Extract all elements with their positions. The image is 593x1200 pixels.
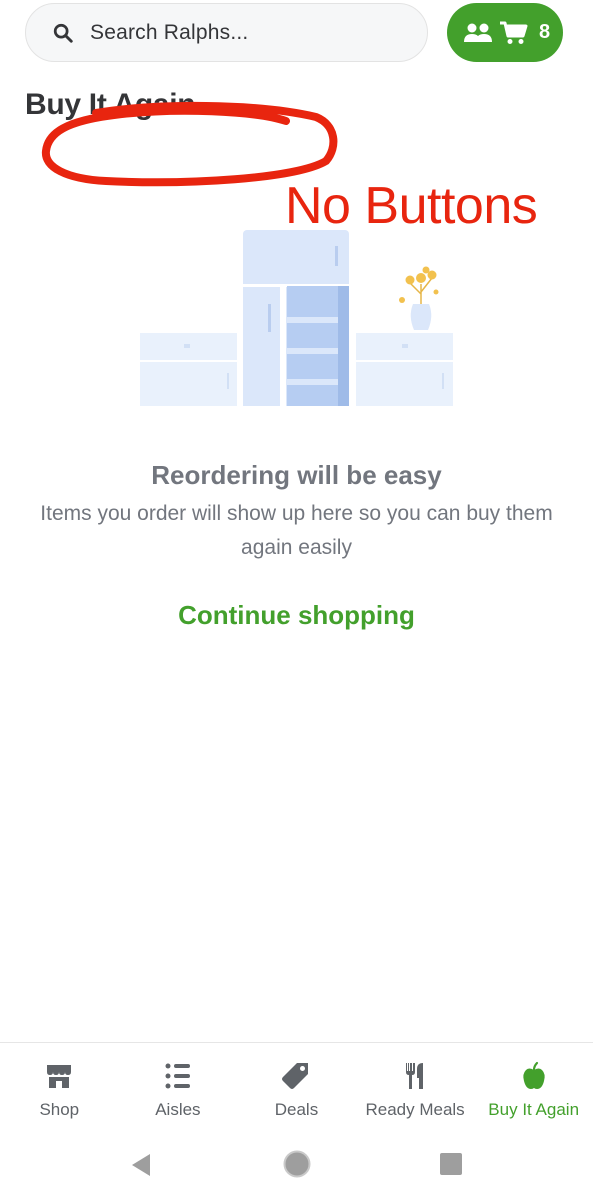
bottom-nav: Shop Aisles Deals Ready Meals Buy It Aga… (0, 1042, 593, 1132)
back-icon[interactable] (128, 1152, 154, 1178)
cart-icon (500, 21, 528, 44)
recent-apps-icon[interactable] (439, 1152, 463, 1176)
continue-shopping-link[interactable]: Continue shopping (0, 600, 593, 631)
apple-icon (523, 1061, 545, 1089)
nav-item-deals[interactable]: Deals (237, 1043, 356, 1132)
nav-item-buy-it-again[interactable]: Buy It Again (474, 1043, 593, 1132)
nav-item-shop[interactable]: Shop (0, 1043, 119, 1132)
nav-label-shop: Shop (39, 1100, 80, 1119)
nav-label-deals: Deals (274, 1100, 319, 1119)
empty-state-body: Items you order will show up here so you… (40, 502, 553, 559)
nav-item-ready-meals[interactable]: Ready Meals (356, 1043, 475, 1132)
home-icon[interactable] (283, 1150, 311, 1178)
cart-button[interactable]: 8 (447, 3, 563, 62)
search-input[interactable]: Search Ralphs... (25, 3, 428, 62)
nav-label-ready-meals: Ready Meals (365, 1100, 465, 1119)
system-nav-bar (0, 1132, 593, 1200)
nav-item-aisles[interactable]: Aisles (119, 1043, 238, 1132)
kitchen-illustration (140, 230, 453, 406)
cart-count-badge: 8 (539, 21, 551, 43)
list-icon (165, 1063, 190, 1089)
store-icon (47, 1065, 72, 1088)
nav-label-aisles: Aisles (155, 1100, 201, 1119)
nav-label-buy-it-again: Buy It Again (488, 1100, 580, 1119)
tag-icon (282, 1063, 309, 1089)
search-placeholder: Search Ralphs... (90, 20, 249, 44)
empty-state-title: Reordering will be easy (151, 460, 442, 490)
utensils-icon (406, 1063, 424, 1089)
search-icon (53, 23, 73, 43)
group-icon (464, 23, 492, 42)
